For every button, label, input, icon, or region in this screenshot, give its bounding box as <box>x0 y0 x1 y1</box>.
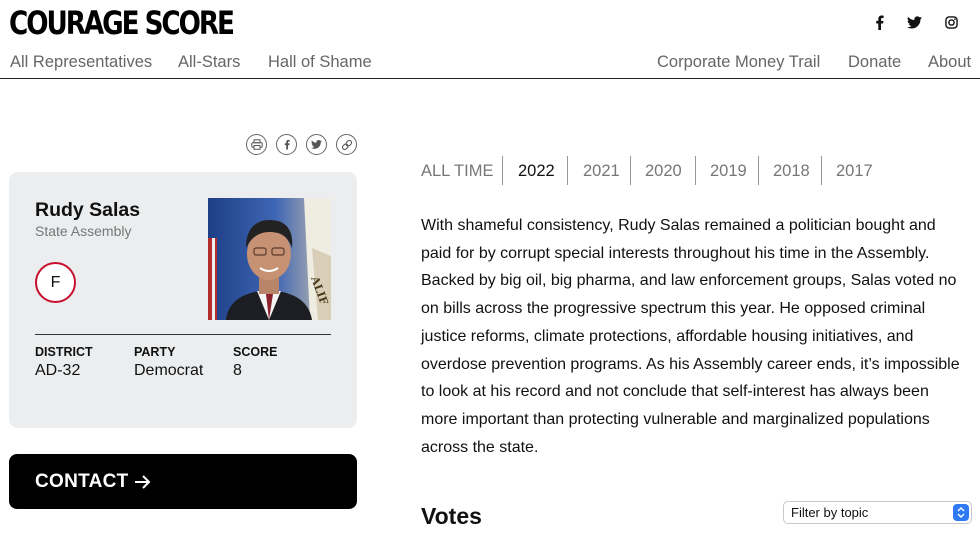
score-value: 8 <box>233 362 242 379</box>
district-label: DISTRICT <box>35 345 93 359</box>
party-label: PARTY <box>134 345 176 359</box>
nav-about[interactable]: About <box>928 52 971 72</box>
tab-2020[interactable]: 2020 <box>645 161 682 181</box>
instagram-icon[interactable] <box>943 14 959 30</box>
filter-by-topic-select[interactable]: Filter by topic <box>783 501 972 524</box>
facebook-icon[interactable] <box>276 134 297 155</box>
contact-label: CONTACT <box>35 470 129 492</box>
arrow-right-icon <box>134 474 152 490</box>
tab-2022[interactable]: 2022 <box>518 161 555 181</box>
representative-chamber: State Assembly <box>35 223 132 239</box>
score-label: SCORE <box>233 345 278 359</box>
tab-separator <box>821 156 822 185</box>
nav-hall-of-shame[interactable]: Hall of Shame <box>268 52 372 72</box>
tab-2021[interactable]: 2021 <box>583 161 620 181</box>
contact-button[interactable]: CONTACT <box>9 454 357 509</box>
tab-2019[interactable]: 2019 <box>710 161 747 181</box>
representative-name: Rudy Salas <box>35 199 141 221</box>
representative-summary: With shameful consistency, Rudy Salas re… <box>421 217 960 456</box>
header-divider <box>0 78 980 79</box>
link-icon[interactable] <box>336 134 357 155</box>
print-icon[interactable] <box>246 134 267 155</box>
tab-separator <box>695 156 696 185</box>
votes-heading: Votes <box>421 503 482 529</box>
representative-photo: ALIF <box>208 198 331 320</box>
twitter-icon[interactable] <box>306 134 327 155</box>
tab-separator <box>567 156 568 185</box>
district-value: AD-32 <box>35 362 81 379</box>
tab-all-time[interactable]: ALL TIME <box>421 161 493 181</box>
tab-separator <box>502 156 503 185</box>
nav-all-stars[interactable]: All-Stars <box>178 52 240 72</box>
site-logo[interactable]: COURAGE SCORE <box>9 5 235 41</box>
twitter-icon[interactable] <box>906 14 922 30</box>
party-value: Democrat <box>134 362 204 379</box>
tab-separator <box>758 156 759 185</box>
representative-card: Rudy Salas State Assembly F ALIF DISTRIC… <box>9 172 357 428</box>
filter-value: Filter by topic <box>791 505 869 520</box>
nav-all-representatives[interactable]: All Representatives <box>10 52 152 72</box>
grade-badge: F <box>35 262 76 303</box>
nav-corporate-money-trail[interactable]: Corporate Money Trail <box>657 52 820 72</box>
tab-2018[interactable]: 2018 <box>773 161 810 181</box>
tab-2017[interactable]: 2017 <box>836 161 873 181</box>
nav-donate[interactable]: Donate <box>848 52 901 72</box>
facebook-icon[interactable] <box>871 14 887 30</box>
card-divider <box>35 334 331 335</box>
tab-separator <box>630 156 631 185</box>
select-arrows-icon <box>953 504 969 521</box>
